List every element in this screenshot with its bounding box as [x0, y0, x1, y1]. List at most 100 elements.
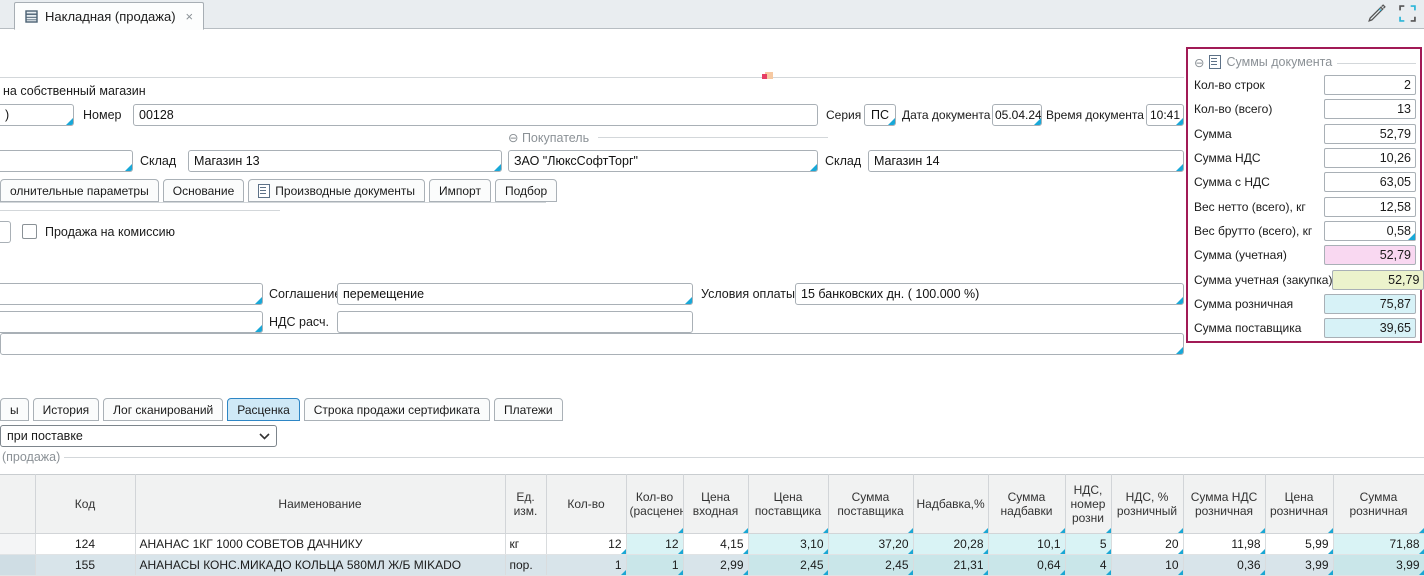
table-cell[interactable]: 1 [546, 555, 626, 576]
column-header[interactable]: Кол-во [546, 475, 626, 534]
totals-value-field[interactable]: 39,65 [1324, 318, 1416, 338]
table-cell[interactable]: АНАНАСЫ КОНС.МИКАДО КОЛЬЦА 580МЛ Ж/Б MIK… [135, 555, 505, 576]
header-tab[interactable]: Импорт [429, 179, 491, 202]
table-cell[interactable]: 2,45 [748, 555, 828, 576]
totals-value-field[interactable]: 0,58 [1324, 221, 1416, 241]
table-cell[interactable]: 0,64 [988, 555, 1065, 576]
table-cell[interactable]: пор. [505, 555, 546, 576]
totals-value-field[interactable]: 52,79 [1332, 270, 1424, 290]
table-cell[interactable]: 4 [1065, 555, 1111, 576]
header-tab[interactable]: олнительные параметры [0, 179, 159, 202]
column-header[interactable] [0, 475, 35, 534]
table-cell[interactable]: 20,28 [913, 534, 988, 555]
table-cell[interactable]: 21,31 [913, 555, 988, 576]
table-row[interactable]: 155АНАНАСЫ КОНС.МИКАДО КОЛЬЦА 580МЛ Ж/Б … [0, 555, 1424, 576]
truncated-field[interactable] [0, 150, 133, 172]
header-tab[interactable]: Подбор [495, 179, 557, 202]
detail-tab[interactable]: Расценка [227, 398, 300, 421]
totals-value-field[interactable]: 12,58 [1324, 197, 1416, 217]
column-header[interactable]: Цена поставщика [748, 475, 828, 534]
doc-time-field[interactable]: 10:41 [1146, 104, 1184, 126]
column-header[interactable]: Сумма поставщика [828, 475, 913, 534]
table-cell[interactable]: 2,99 [683, 555, 748, 576]
table-cell[interactable]: 1 [626, 555, 683, 576]
header-tab[interactable]: Основание [163, 179, 245, 202]
column-header[interactable]: Сумма НДС розничная [1183, 475, 1265, 534]
totals-value-field[interactable]: 13 [1324, 99, 1416, 119]
totals-value-field[interactable]: 2 [1324, 75, 1416, 95]
document-tab[interactable]: Накладная (продажа) × [14, 2, 204, 30]
table-cell[interactable] [0, 534, 35, 555]
column-header[interactable]: Надбавка,% [913, 475, 988, 534]
table-row[interactable]: 124АНАНАС 1КГ 1000 СОВЕТОВ ДАЧНИКУкг1212… [0, 534, 1424, 555]
table-cell[interactable]: 3,99 [1333, 555, 1424, 576]
table-cell[interactable]: 10 [1111, 555, 1183, 576]
table-cell[interactable]: 10,1 [988, 534, 1065, 555]
table-cell[interactable]: 0,36 [1183, 555, 1265, 576]
column-header[interactable]: Сумма розничная [1333, 475, 1424, 534]
warehouse2-label: Склад [825, 150, 861, 172]
table-cell[interactable]: 37,20 [828, 534, 913, 555]
detail-tab[interactable]: ы [0, 398, 29, 421]
detail-tab[interactable]: Строка продажи сертификата [304, 398, 490, 421]
table-cell[interactable]: 155 [35, 555, 135, 576]
doc-date-field[interactable]: 05.04.24 [992, 104, 1042, 126]
commission-checkbox[interactable] [22, 224, 37, 239]
table-cell[interactable]: 5,99 [1265, 534, 1333, 555]
truncated-field[interactable] [0, 311, 263, 333]
document-icon [258, 184, 270, 198]
fullscreen-icon[interactable] [1399, 5, 1416, 22]
detail-tab[interactable]: История [33, 398, 100, 421]
table-cell[interactable]: 20 [1111, 534, 1183, 555]
table-cell[interactable]: АНАНАС 1КГ 1000 СОВЕТОВ ДАЧНИКУ [135, 534, 505, 555]
column-header[interactable]: НДС, % розничный [1111, 475, 1183, 534]
column-header[interactable]: Сумма надбавки [988, 475, 1065, 534]
table-cell[interactable]: 3,99 [1265, 555, 1333, 576]
comment-field[interactable] [0, 333, 1184, 355]
table-cell[interactable]: 5 [1065, 534, 1111, 555]
edit-pencil-icon[interactable] [1366, 3, 1387, 24]
totals-value-field[interactable]: 52,79 [1324, 124, 1416, 144]
table-cell[interactable]: кг [505, 534, 546, 555]
column-header[interactable]: Ед. изм. [505, 475, 546, 534]
totals-row: Кол-во (всего)13 [1194, 97, 1416, 121]
table-cell[interactable]: 4,15 [683, 534, 748, 555]
totals-row: Сумма розничная75,87 [1194, 292, 1416, 316]
column-header[interactable]: Цена входная [683, 475, 748, 534]
agreement-field[interactable]: перемещение [337, 283, 693, 305]
table-cell[interactable]: 12 [626, 534, 683, 555]
vat-calc-field[interactable] [337, 311, 693, 333]
column-header[interactable]: Наименование [135, 475, 505, 534]
truncated-field[interactable]: ) [0, 104, 74, 126]
table-cell[interactable]: 2,45 [828, 555, 913, 576]
truncated-field[interactable] [0, 221, 11, 243]
totals-value-field[interactable]: 75,87 [1324, 294, 1416, 314]
table-cell[interactable]: 12 [546, 534, 626, 555]
totals-panel-title: Суммы документа [1226, 55, 1332, 69]
totals-value-field[interactable]: 10,26 [1324, 148, 1416, 168]
header-tab[interactable]: Производные документы [248, 179, 425, 202]
totals-value-field[interactable]: 63,05 [1324, 172, 1416, 192]
detail-tab[interactable]: Лог сканирований [103, 398, 223, 421]
totals-value-field[interactable]: 52,79 [1324, 245, 1416, 265]
truncated-field[interactable] [0, 283, 263, 305]
table-cell[interactable] [0, 555, 35, 576]
column-header[interactable]: Кол-во (расценено) [626, 475, 683, 534]
pricing-mode-dropdown[interactable]: при поставке [0, 425, 277, 447]
table-cell[interactable]: 3,10 [748, 534, 828, 555]
table-cell[interactable]: 124 [35, 534, 135, 555]
table-cell[interactable]: 71,88 [1333, 534, 1424, 555]
warehouse1-field[interactable]: Магазин 13 [188, 150, 502, 172]
column-header[interactable]: Цена розничная [1265, 475, 1333, 534]
close-icon[interactable]: × [186, 9, 194, 24]
number-field[interactable]: 00128 [133, 104, 818, 126]
column-header[interactable]: НДС, номер розни [1065, 475, 1111, 534]
detail-tab[interactable]: Платежи [494, 398, 563, 421]
buyer-field[interactable]: ЗАО "ЛюксСофтТорг" [508, 150, 818, 172]
payment-terms-field[interactable]: 15 банковских дн. ( 100.000 %) [795, 283, 1184, 305]
warehouse2-field[interactable]: Магазин 14 [868, 150, 1184, 172]
collapse-icon[interactable]: ⊖ [1194, 55, 1204, 70]
column-header[interactable]: Код [35, 475, 135, 534]
table-cell[interactable]: 11,98 [1183, 534, 1265, 555]
series-field[interactable]: ПС [864, 104, 896, 126]
